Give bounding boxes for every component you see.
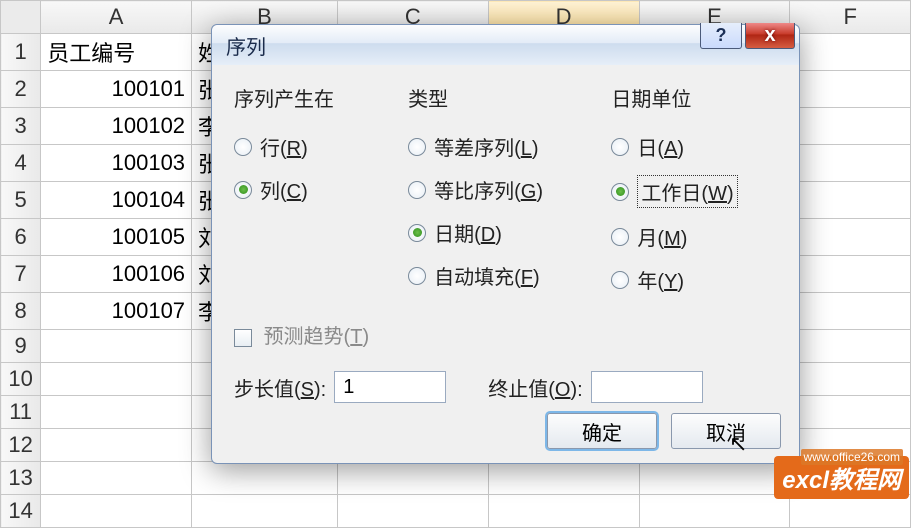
trend-checkbox[interactable]: 预测趋势(T) bbox=[234, 320, 777, 349]
radio-month[interactable]: 月(M) bbox=[611, 222, 777, 251]
cell[interactable]: 100105 bbox=[41, 219, 192, 256]
cell[interactable] bbox=[790, 34, 911, 71]
row-header[interactable]: 10 bbox=[1, 363, 41, 396]
radio-date[interactable]: 日期(D) bbox=[408, 218, 583, 247]
dialog-title: 序列 bbox=[226, 31, 266, 60]
radio-linear[interactable]: 等差序列(L) bbox=[408, 132, 583, 161]
row-header[interactable]: 1 bbox=[1, 34, 41, 71]
radio-weekday[interactable]: 工作日(W) bbox=[611, 175, 777, 208]
radio-growth[interactable]: 等比序列(G) bbox=[408, 175, 583, 204]
row-header[interactable]: 14 bbox=[1, 495, 41, 528]
cell[interactable]: 100107 bbox=[41, 293, 192, 330]
close-button[interactable]: x bbox=[745, 23, 795, 49]
help-button[interactable]: ? bbox=[700, 23, 742, 49]
row-header[interactable]: 2 bbox=[1, 71, 41, 108]
group-type-label: 类型 bbox=[408, 83, 583, 112]
cell[interactable]: 员工编号 bbox=[41, 34, 192, 71]
select-all-corner[interactable] bbox=[1, 1, 41, 34]
cell[interactable]: 100106 bbox=[41, 256, 192, 293]
col-header-F[interactable]: F bbox=[790, 1, 911, 34]
step-input[interactable] bbox=[334, 371, 446, 403]
row-header[interactable]: 8 bbox=[1, 293, 41, 330]
row-header[interactable]: 3 bbox=[1, 108, 41, 145]
row-header[interactable]: 11 bbox=[1, 396, 41, 429]
ok-button[interactable]: 确定 bbox=[547, 413, 657, 449]
cell[interactable]: 100102 bbox=[41, 108, 192, 145]
col-header-A[interactable]: A bbox=[41, 1, 192, 34]
cancel-button[interactable]: 取消 bbox=[671, 413, 781, 449]
group-date-unit-label: 日期单位 bbox=[611, 83, 777, 112]
cell[interactable]: 100103 bbox=[41, 145, 192, 182]
row-header[interactable]: 4 bbox=[1, 145, 41, 182]
series-dialog: 序列 ? x 序列产生在 行(R) 列(C) 类型 等差序列(L) 等比序列(G… bbox=[211, 24, 800, 464]
radio-autofill[interactable]: 自动填充(F) bbox=[408, 261, 583, 290]
table-row[interactable]: 14 bbox=[1, 495, 911, 528]
watermark-url: www.office26.com bbox=[801, 449, 904, 465]
dialog-titlebar[interactable]: 序列 ? x bbox=[212, 25, 799, 65]
row-header[interactable]: 12 bbox=[1, 429, 41, 462]
row-header[interactable]: 13 bbox=[1, 462, 41, 495]
checkbox-icon bbox=[234, 329, 252, 347]
radio-rows[interactable]: 行(R) bbox=[234, 132, 380, 161]
row-header[interactable]: 9 bbox=[1, 330, 41, 363]
radio-columns[interactable]: 列(C) bbox=[234, 175, 380, 204]
watermark: www.office26.com excl教程网 bbox=[774, 456, 909, 499]
cell[interactable]: 100104 bbox=[41, 182, 192, 219]
step-label: 步长值(S): bbox=[234, 373, 326, 402]
row-header[interactable]: 7 bbox=[1, 256, 41, 293]
radio-year[interactable]: 年(Y) bbox=[611, 265, 777, 294]
group-series-in-label: 序列产生在 bbox=[234, 83, 380, 112]
stop-input[interactable] bbox=[591, 371, 703, 403]
row-header[interactable]: 6 bbox=[1, 219, 41, 256]
stop-label: 终止值(O): bbox=[488, 373, 582, 402]
row-header[interactable]: 5 bbox=[1, 182, 41, 219]
cell[interactable]: 100101 bbox=[41, 71, 192, 108]
radio-day[interactable]: 日(A) bbox=[611, 132, 777, 161]
